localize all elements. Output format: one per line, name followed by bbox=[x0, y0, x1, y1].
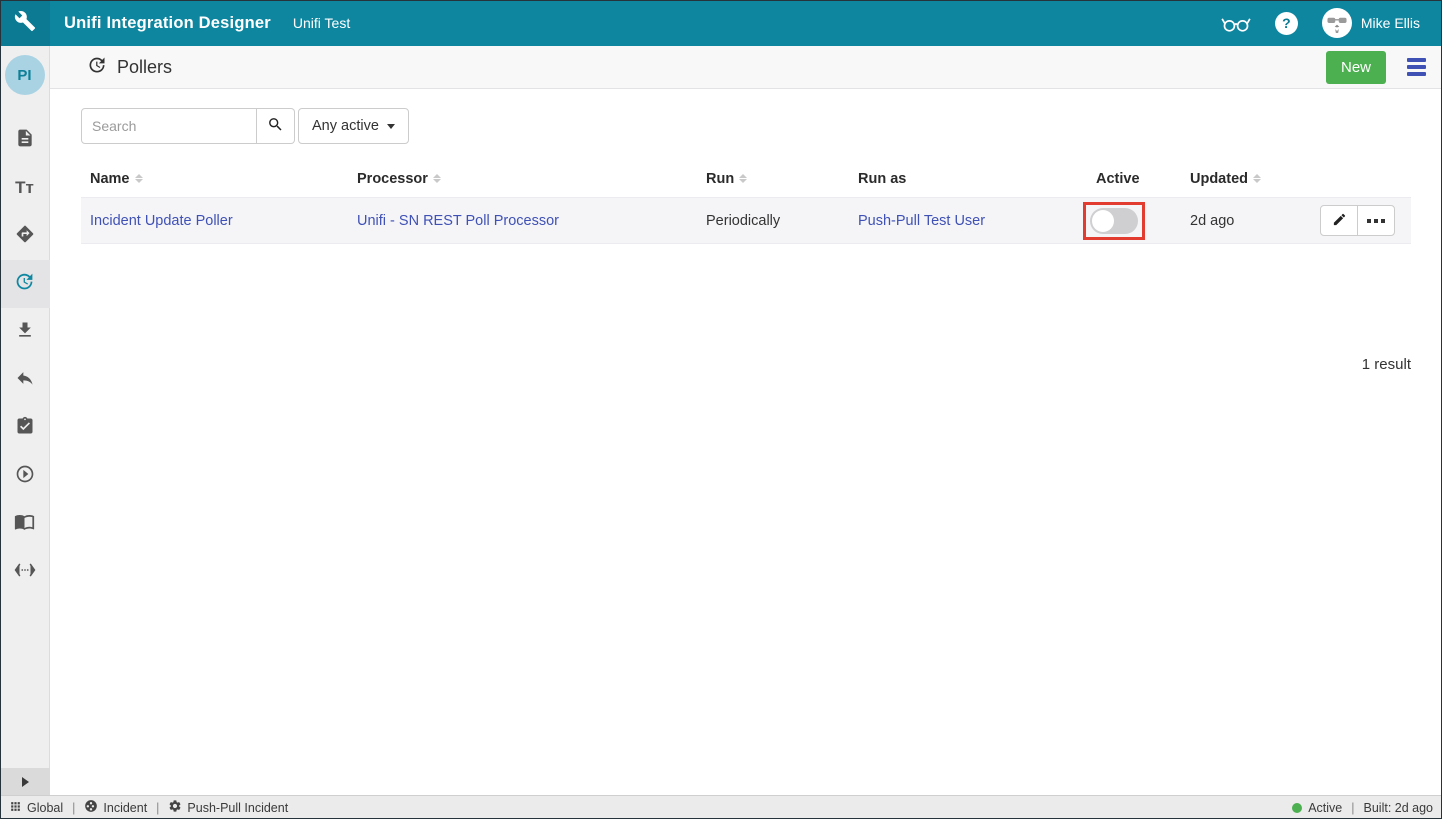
column-header-name[interactable]: Name bbox=[81, 171, 348, 187]
document-icon bbox=[15, 128, 35, 153]
cell-processor: Unifi - SN REST Poll Processor bbox=[348, 213, 697, 229]
sidebar-collapse-button[interactable] bbox=[0, 768, 50, 795]
application-icon bbox=[84, 799, 98, 816]
sidebar-item-document[interactable] bbox=[0, 116, 50, 164]
app-title: Unifi Integration Designer bbox=[64, 14, 271, 33]
search-input[interactable] bbox=[81, 108, 257, 144]
new-button[interactable]: New bbox=[1326, 51, 1386, 84]
sidebar-item-reply[interactable] bbox=[0, 356, 50, 404]
cell-updated: 2d ago bbox=[1181, 213, 1311, 229]
sidebar-item-run[interactable] bbox=[0, 452, 50, 500]
menu-icon[interactable] bbox=[1405, 56, 1428, 78]
column-header-active: Active bbox=[1087, 171, 1181, 187]
toolbar: Any active bbox=[81, 108, 1411, 144]
search-icon bbox=[267, 116, 284, 136]
sidebar-item-download[interactable] bbox=[0, 308, 50, 356]
active-filter-dropdown[interactable]: Any active bbox=[298, 108, 409, 144]
cell-run-as: Push-Pull Test User bbox=[849, 213, 1087, 229]
clipboard-check-icon bbox=[15, 416, 35, 441]
column-header-run[interactable]: Run bbox=[697, 171, 849, 187]
download-icon bbox=[15, 320, 35, 345]
pollers-clock-icon bbox=[87, 55, 107, 80]
sort-icon bbox=[433, 174, 441, 183]
status-dot bbox=[1292, 803, 1302, 813]
search-button[interactable] bbox=[257, 108, 295, 144]
application-selector[interactable]: Incident bbox=[84, 799, 147, 816]
red-highlight-annotation bbox=[1083, 202, 1145, 240]
chevron-down-icon bbox=[387, 124, 395, 129]
code-icon bbox=[14, 562, 36, 583]
gear-icon bbox=[168, 799, 182, 816]
sidebar-item-tasks[interactable] bbox=[0, 404, 50, 452]
edit-button[interactable] bbox=[1320, 205, 1358, 236]
processor-link[interactable]: Unifi - SN REST Poll Processor bbox=[357, 213, 559, 229]
sort-icon bbox=[1253, 174, 1261, 183]
sidebar-item-pollers[interactable] bbox=[0, 260, 50, 308]
separator: | bbox=[1351, 801, 1354, 815]
user-name: Mike Ellis bbox=[1361, 15, 1420, 31]
integration-badge[interactable]: PI bbox=[5, 55, 45, 95]
more-actions-button[interactable] bbox=[1357, 205, 1395, 236]
separator: | bbox=[72, 801, 75, 815]
active-toggle[interactable] bbox=[1090, 208, 1138, 234]
page-title: Pollers bbox=[117, 57, 172, 78]
book-icon bbox=[14, 511, 35, 537]
column-header-run-as: Run as bbox=[849, 171, 1087, 187]
sidebar-item-typography[interactable]: Tᴛ bbox=[0, 164, 50, 212]
toggle-knob bbox=[1092, 210, 1114, 232]
spectacles-icon[interactable] bbox=[1221, 13, 1251, 33]
sidebar-item-directions[interactable] bbox=[0, 212, 50, 260]
pencil-icon bbox=[1332, 212, 1347, 230]
sidebar-item-documentation[interactable] bbox=[0, 500, 50, 548]
sort-icon bbox=[739, 174, 747, 183]
wrench-icon bbox=[14, 10, 36, 37]
expand-arrow-icon bbox=[22, 777, 29, 787]
user-menu[interactable]: Mike Ellis bbox=[1322, 8, 1420, 38]
main-content: Pollers New Any active Name Processor bbox=[50, 46, 1442, 795]
status-label: Active bbox=[1308, 801, 1342, 815]
cell-name: Incident Update Poller bbox=[81, 213, 348, 229]
run-as-user-link[interactable]: Push-Pull Test User bbox=[858, 213, 985, 229]
directions-icon bbox=[15, 224, 35, 249]
pollers-clock-icon bbox=[14, 271, 35, 297]
help-glyph: ? bbox=[1282, 15, 1291, 31]
sidebar-item-code[interactable] bbox=[0, 548, 50, 596]
poller-name-link[interactable]: Incident Update Poller bbox=[90, 213, 233, 229]
page-header: Pollers New bbox=[50, 46, 1442, 89]
cell-actions bbox=[1311, 205, 1414, 236]
filter-label: Any active bbox=[312, 118, 379, 134]
built-label: Built: 2d ago bbox=[1364, 801, 1434, 815]
pollers-table: Name Processor Run Run as Active Updated bbox=[81, 160, 1411, 244]
separator: | bbox=[156, 801, 159, 815]
typography-icon: Tᴛ bbox=[15, 178, 34, 198]
grid-icon bbox=[9, 800, 22, 816]
app-logo[interactable] bbox=[0, 0, 50, 46]
statusbar: Global | Incident | Push-Pull Incident A… bbox=[0, 795, 1442, 819]
reply-icon bbox=[15, 368, 35, 393]
ellipsis-icon bbox=[1367, 219, 1385, 223]
cell-active bbox=[1087, 202, 1181, 240]
column-header-updated[interactable]: Updated bbox=[1181, 171, 1311, 187]
column-header-processor[interactable]: Processor bbox=[348, 171, 697, 187]
environment-name: Unifi Test bbox=[293, 15, 350, 31]
results-count: 1 result bbox=[50, 356, 1411, 373]
topbar: Unifi Integration Designer Unifi Test ? bbox=[0, 0, 1442, 46]
sort-icon bbox=[135, 174, 143, 183]
integration-selector[interactable]: Push-Pull Incident bbox=[168, 799, 288, 816]
scope-selector[interactable]: Global bbox=[9, 800, 63, 816]
table-row: Incident Update Poller Unifi - SN REST P… bbox=[81, 197, 1411, 244]
cell-run: Periodically bbox=[697, 213, 849, 229]
sidebar: PI Tᴛ bbox=[0, 46, 50, 795]
help-icon[interactable]: ? bbox=[1275, 12, 1298, 35]
play-circle-icon bbox=[15, 464, 35, 489]
avatar bbox=[1322, 8, 1352, 38]
table-header-row: Name Processor Run Run as Active Updated bbox=[81, 160, 1411, 197]
